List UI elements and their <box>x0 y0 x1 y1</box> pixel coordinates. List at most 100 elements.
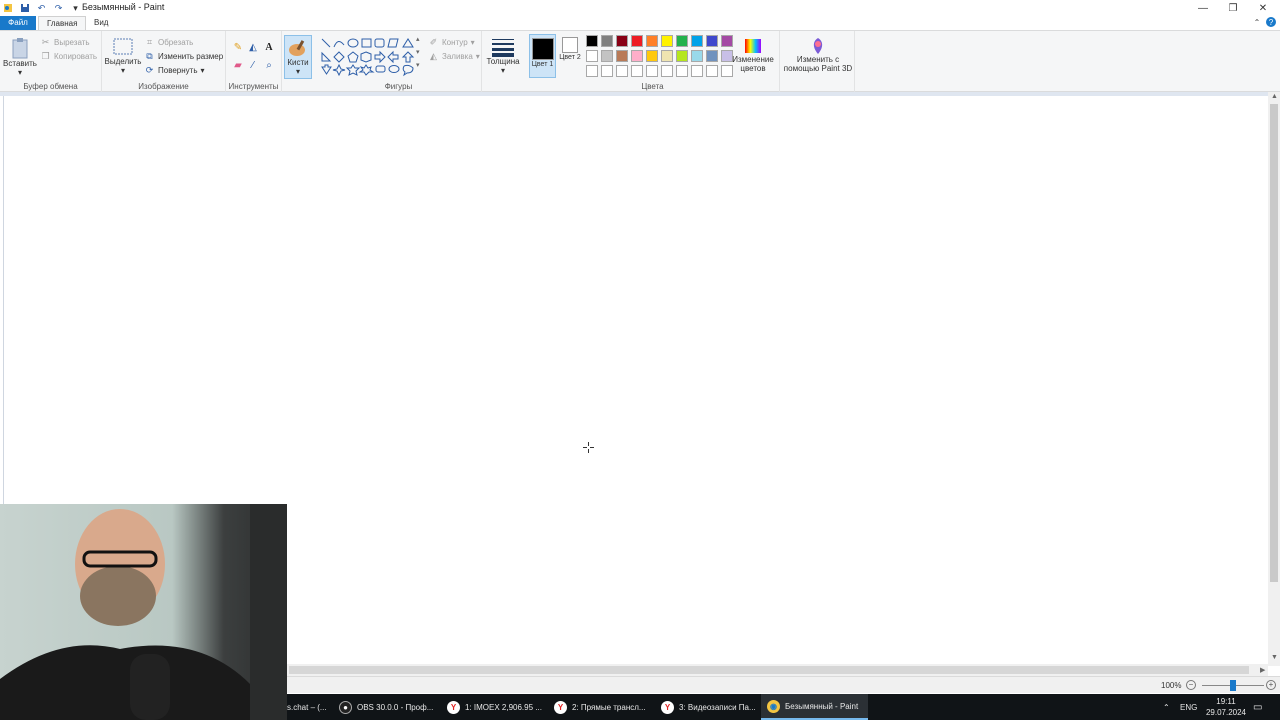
scroll-down-icon[interactable]: ▼ <box>1271 654 1278 661</box>
cut-button[interactable]: ✂ Вырезать <box>40 36 90 49</box>
taskbar-item-browser-3[interactable]: Y 3: Видеозаписи Па... <box>661 694 761 720</box>
select-button[interactable]: Выделить ▾ <box>104 37 142 75</box>
palette-color-24[interactable] <box>646 65 658 77</box>
taskbar-item-browser-2[interactable]: Y 2: Прямые трансл... <box>554 694 654 720</box>
system-clock[interactable]: 19:11 29.07.2024 <box>1204 696 1248 718</box>
palette-color-13[interactable] <box>631 50 643 62</box>
edit-colors-button[interactable]: Изменение цветов <box>730 37 776 73</box>
minimize-button[interactable]: — <box>1188 0 1218 16</box>
palette-color-10[interactable] <box>586 50 598 62</box>
palette-color-21[interactable] <box>601 65 613 77</box>
help-icon[interactable]: ? <box>1266 17 1276 27</box>
outline-dropdown-icon: ▾ <box>470 38 475 47</box>
outline-icon: ✐ <box>429 37 438 47</box>
shapes-gallery[interactable] <box>320 37 420 77</box>
palette-color-1[interactable] <box>601 35 613 47</box>
palette-color-2[interactable] <box>616 35 628 47</box>
select-icon <box>113 38 133 55</box>
palette-color-12[interactable] <box>616 50 628 62</box>
palette-color-4[interactable] <box>646 35 658 47</box>
paint-icon: ◉ <box>767 699 780 713</box>
copy-button[interactable]: ❐ Копировать <box>40 50 97 63</box>
scroll-right-icon[interactable]: ▶ <box>1260 666 1265 674</box>
palette-color-17[interactable] <box>691 50 703 62</box>
tab-file[interactable]: Файл <box>0 16 36 30</box>
fill-bucket-icon[interactable]: ◭ <box>246 40 260 54</box>
palette-color-3[interactable] <box>631 35 643 47</box>
cut-label: Вырезать <box>54 38 90 47</box>
restore-button[interactable]: ❐ <box>1218 0 1248 16</box>
brushes-button[interactable]: Кисти ▾ <box>284 35 312 79</box>
palette-color-15[interactable] <box>661 50 673 62</box>
fill-button[interactable]: ◭ Заливка ▾ <box>428 50 480 63</box>
vertical-scroll-thumb[interactable] <box>1270 104 1278 582</box>
palette-color-7[interactable] <box>691 35 703 47</box>
palette-color-8[interactable] <box>706 35 718 47</box>
palette-color-22[interactable] <box>616 65 628 77</box>
save-icon[interactable] <box>19 3 30 14</box>
tab-view[interactable]: Вид <box>86 16 116 30</box>
horizontal-scroll-thumb[interactable] <box>289 666 1249 674</box>
shapes-scroll-up-icon[interactable]: ▴ <box>416 35 420 43</box>
fill-dropdown-icon: ▾ <box>475 52 480 61</box>
paint3d-group: Изменить с помощью Paint 3D <box>779 31 855 92</box>
tab-home[interactable]: Главная <box>38 16 87 30</box>
customize-toolbar-dropdown[interactable]: ▾ <box>70 3 81 14</box>
taskbar-item-browser-1[interactable]: Y 1: IMOEX 2,906.95 ... <box>447 694 547 720</box>
collapse-ribbon-icon[interactable]: ⌃ <box>1252 17 1262 27</box>
undo-icon[interactable]: ↶ <box>36 3 47 14</box>
redo-icon[interactable]: ↷ <box>53 3 64 14</box>
taskbar-item-chat[interactable]: s.chat – (... <box>287 694 333 720</box>
taskbar-item-label: OBS 30.0.0 - Проф... <box>357 702 434 712</box>
zoom-slider-thumb[interactable] <box>1230 680 1236 691</box>
taskbar-item-paint[interactable]: ◉ Безымянный - Paint <box>761 694 868 720</box>
scroll-up-icon[interactable]: ▲ <box>1271 93 1278 100</box>
color-picker-icon[interactable]: ⁄ <box>246 58 260 72</box>
crop-button[interactable]: ⌗ Обрезать <box>144 36 193 49</box>
palette-color-0[interactable] <box>586 35 598 47</box>
colors-group-label: Цвета <box>641 82 664 91</box>
magnifier-icon[interactable]: ⌕ <box>262 58 276 72</box>
eraser-icon[interactable]: ▰ <box>231 58 245 72</box>
size-button[interactable]: Толщина ▾ <box>484 37 522 75</box>
zoom-out-button[interactable]: − <box>1186 680 1196 690</box>
shapes-scroll-down-icon[interactable]: ▾ <box>416 48 420 56</box>
paste-button[interactable]: Вставить ▾ <box>3 37 37 77</box>
palette-color-25[interactable] <box>661 65 673 77</box>
palette-color-20[interactable] <box>586 65 598 77</box>
shapes-expand-icon[interactable]: ▾ <box>416 61 420 69</box>
webcam-person-image <box>0 504 287 720</box>
paint-app-icon[interactable] <box>2 3 13 14</box>
taskbar-item-obs[interactable]: ● OBS 30.0.0 - Проф... <box>339 694 439 720</box>
pencil-icon[interactable]: ✎ <box>231 40 245 54</box>
scissors-icon: ✂ <box>41 37 50 47</box>
input-language[interactable]: ENG <box>1180 694 1197 720</box>
close-button[interactable]: ✕ <box>1248 0 1278 16</box>
color2-button[interactable]: Цвет 2 <box>559 37 581 62</box>
palette-color-23[interactable] <box>631 65 643 77</box>
palette-color-14[interactable] <box>646 50 658 62</box>
palette-color-27[interactable] <box>691 65 703 77</box>
palette-color-18[interactable] <box>706 50 718 62</box>
rotate-button[interactable]: ⟳ Повернуть ▾ <box>144 64 205 77</box>
clock-time: 19:11 <box>1216 697 1236 706</box>
horizontal-scrollbar[interactable]: ▶ <box>287 664 1268 676</box>
zoom-in-button[interactable]: + <box>1266 680 1276 690</box>
color1-button[interactable]: Цвет 1 <box>529 34 556 78</box>
palette-color-26[interactable] <box>676 65 688 77</box>
taskbar-item-label: 1: IMOEX 2,906.95 ... <box>465 702 542 712</box>
palette-color-6[interactable] <box>676 35 688 47</box>
notifications-icon[interactable]: ▭ <box>1253 694 1262 720</box>
text-tool-icon[interactable]: A <box>262 40 276 54</box>
tray-overflow-icon[interactable]: ⌃ <box>1163 694 1170 720</box>
palette-color-28[interactable] <box>706 65 718 77</box>
resize-button[interactable]: ⧉ Изменить размер <box>144 50 223 63</box>
paint3d-button[interactable]: Изменить с помощью Paint 3D <box>782 37 854 73</box>
rotate-label: Повернуть <box>158 66 198 75</box>
vertical-scrollbar[interactable]: ▲ ▼ <box>1268 92 1280 666</box>
clipboard-group-label: Буфер обмена <box>23 82 78 91</box>
palette-color-5[interactable] <box>661 35 673 47</box>
palette-color-16[interactable] <box>676 50 688 62</box>
palette-color-11[interactable] <box>601 50 613 62</box>
outline-button[interactable]: ✐ Контур ▾ <box>428 36 475 49</box>
